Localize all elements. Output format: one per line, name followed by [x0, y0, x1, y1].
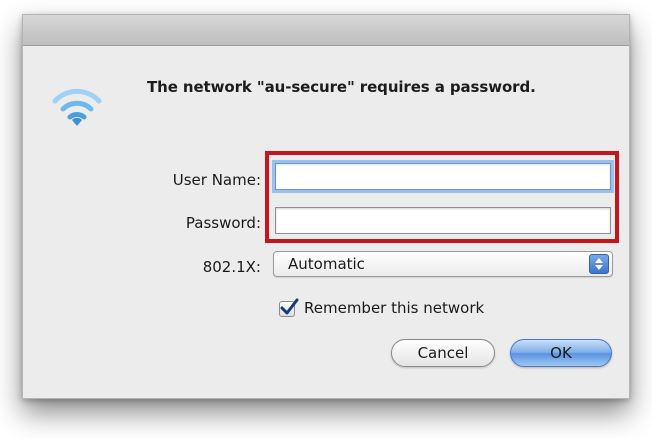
password-label: Password: — [185, 214, 261, 232]
dialog-titlebar[interactable] — [23, 15, 629, 46]
checkmark-icon — [280, 298, 299, 315]
security-802-1x-label: 802.1X: — [202, 258, 261, 276]
user-name-field[interactable] — [275, 163, 611, 190]
select-stepper-icon — [589, 254, 609, 274]
dialog-message: The network "au-secure" requires a passw… — [147, 78, 536, 96]
user-name-label: User Name: — [172, 171, 261, 189]
wifi-password-dialog: The network "au-secure" requires a passw… — [22, 14, 630, 399]
screen: The network "au-secure" requires a passw… — [0, 0, 652, 438]
security-802-1x-select[interactable]: Automatic — [273, 251, 613, 277]
ok-button[interactable]: OK — [510, 339, 612, 367]
security-802-1x-value: Automatic — [288, 255, 365, 273]
remember-network-label: Remember this network — [304, 299, 485, 317]
wifi-icon — [52, 88, 102, 126]
password-field[interactable] — [275, 207, 611, 234]
cancel-button[interactable]: Cancel — [391, 339, 495, 367]
remember-network-checkbox[interactable] — [279, 298, 301, 320]
